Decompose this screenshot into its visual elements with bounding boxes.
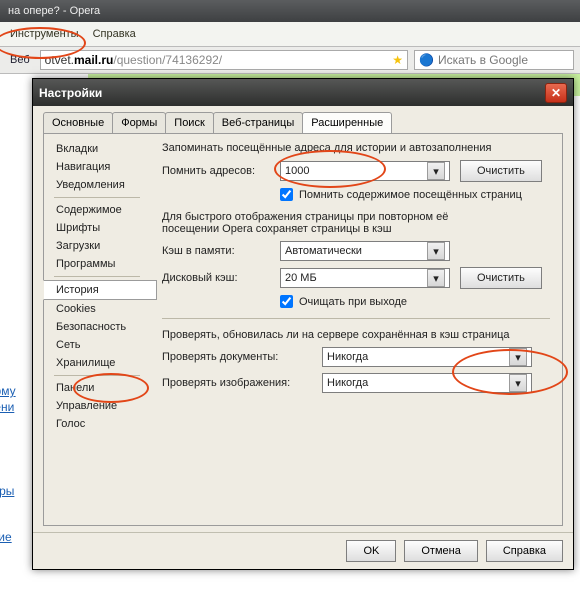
clear-history-button[interactable]: Очистить <box>460 160 542 182</box>
tab-forms[interactable]: Формы <box>112 112 166 133</box>
remember-content-label: Помнить содержимое посещённых страниц <box>299 189 522 201</box>
mem-cache-label: Кэш в памяти: <box>162 245 280 257</box>
sidebar-item-downloads[interactable]: Загрузки <box>44 237 150 255</box>
page-link[interactable]: дение <box>0 530 12 544</box>
dialog-titlebar: Настройки ✕ <box>33 79 573 106</box>
menu-tools[interactable]: Инструменты <box>10 28 79 40</box>
sidebar-item-history[interactable]: История <box>43 280 157 300</box>
tab-basic[interactable]: Основные <box>43 112 113 133</box>
sidebar-item-programs[interactable]: Программы <box>44 255 150 273</box>
check-imgs-label: Проверять изображения: <box>162 377 322 389</box>
url-host-prefix: otvet. <box>45 53 74 67</box>
sidebar-item-cookies[interactable]: Cookies <box>44 300 150 318</box>
settings-sidebar: Вкладки Навигация Уведомления Содержимое… <box>44 134 150 525</box>
history-desc: Запоминать посещённые адреса для истории… <box>162 142 550 154</box>
sidebar-item-tabs[interactable]: Вкладки <box>44 140 150 158</box>
help-button[interactable]: Справка <box>486 540 563 562</box>
url-bar: Веб otvet.mail.ru/question/74136292/ ★ 🔵… <box>0 47 580 74</box>
clear-on-exit-checkbox[interactable] <box>280 295 293 308</box>
check-docs-select[interactable]: Никогда▾ <box>322 347 532 367</box>
remember-addr-select[interactable]: 1000▾ <box>280 161 450 181</box>
check-imgs-select[interactable]: Никогда▾ <box>322 373 532 393</box>
sidebar-item-voice[interactable]: Голос <box>44 415 150 433</box>
sidebar-item-network[interactable]: Сеть <box>44 336 150 354</box>
veb-label[interactable]: Веб <box>0 54 40 66</box>
remember-addr-label: Помнить адресов: <box>162 165 280 177</box>
tabs: Основные Формы Поиск Веб-страницы Расшир… <box>33 106 573 133</box>
chevron-down-icon: ▾ <box>509 374 527 392</box>
tab-search[interactable]: Поиск <box>165 112 213 133</box>
page-link[interactable]: о игры <box>0 484 14 498</box>
settings-content: Запоминать посещённые адреса для истории… <box>150 134 562 525</box>
close-button[interactable]: ✕ <box>545 83 567 103</box>
sidebar-item-manage[interactable]: Управление <box>44 397 150 415</box>
window-title: на опере? - Opera <box>0 0 580 22</box>
dialog-buttons: OK Отмена Справка <box>33 532 573 569</box>
menu-bar: Инструменты Справка <box>0 22 580 47</box>
chevron-down-icon: ▾ <box>427 242 445 260</box>
chevron-down-icon: ▾ <box>427 162 445 180</box>
sidebar-item-panels[interactable]: Панели <box>44 379 150 397</box>
url-domain: mail.ru <box>74 53 113 67</box>
chevron-down-icon: ▾ <box>509 348 527 366</box>
url-path: /question/74136292/ <box>113 53 222 67</box>
check-docs-label: Проверять документы: <box>162 351 322 363</box>
bookmark-star-icon[interactable]: ★ <box>392 53 403 67</box>
url-input[interactable]: otvet.mail.ru/question/74136292/ ★ <box>40 50 408 70</box>
tab-advanced[interactable]: Расширенные <box>302 112 392 133</box>
google-icon: 🔵 <box>419 53 434 67</box>
sidebar-item-content[interactable]: Содержимое <box>44 201 150 219</box>
search-placeholder: Искать в Google <box>438 53 528 67</box>
sidebar-item-security[interactable]: Безопасность <box>44 318 150 336</box>
disk-cache-label: Дисковый кэш: <box>162 272 280 284</box>
tab-webpages[interactable]: Веб-страницы <box>213 112 304 133</box>
sidebar-item-fonts[interactable]: Шрифты <box>44 219 150 237</box>
sidebar-item-notifications[interactable]: Уведомления <box>44 176 150 194</box>
page-link[interactable]: форму <box>0 384 16 398</box>
sidebar-item-navigation[interactable]: Навигация <box>44 158 150 176</box>
ok-button[interactable]: OK <box>346 540 396 562</box>
sidebar-item-storage[interactable]: Хранилище <box>44 354 150 372</box>
mem-cache-select[interactable]: Автоматически▾ <box>280 241 450 261</box>
cache-desc: Для быстрого отображения страницы при по… <box>162 211 550 223</box>
server-check-desc: Проверять, обновилась ли на сервере сохр… <box>162 329 550 341</box>
cache-desc2: посещении Opera сохраняет страницы в кэш <box>162 223 550 235</box>
dialog-title: Настройки <box>39 86 102 100</box>
remember-content-checkbox[interactable] <box>280 188 293 201</box>
clear-on-exit-label: Очищать при выходе <box>299 296 407 308</box>
menu-help[interactable]: Справка <box>93 28 136 40</box>
chevron-down-icon: ▾ <box>427 269 445 287</box>
clear-cache-button[interactable]: Очистить <box>460 267 542 289</box>
page-link[interactable]: ошени <box>0 400 14 414</box>
settings-dialog: Настройки ✕ Основные Формы Поиск Веб-стр… <box>32 78 574 570</box>
close-icon: ✕ <box>551 86 561 100</box>
search-input[interactable]: 🔵 Искать в Google <box>414 50 574 70</box>
cancel-button[interactable]: Отмена <box>404 540 477 562</box>
disk-cache-select[interactable]: 20 МБ▾ <box>280 268 450 288</box>
